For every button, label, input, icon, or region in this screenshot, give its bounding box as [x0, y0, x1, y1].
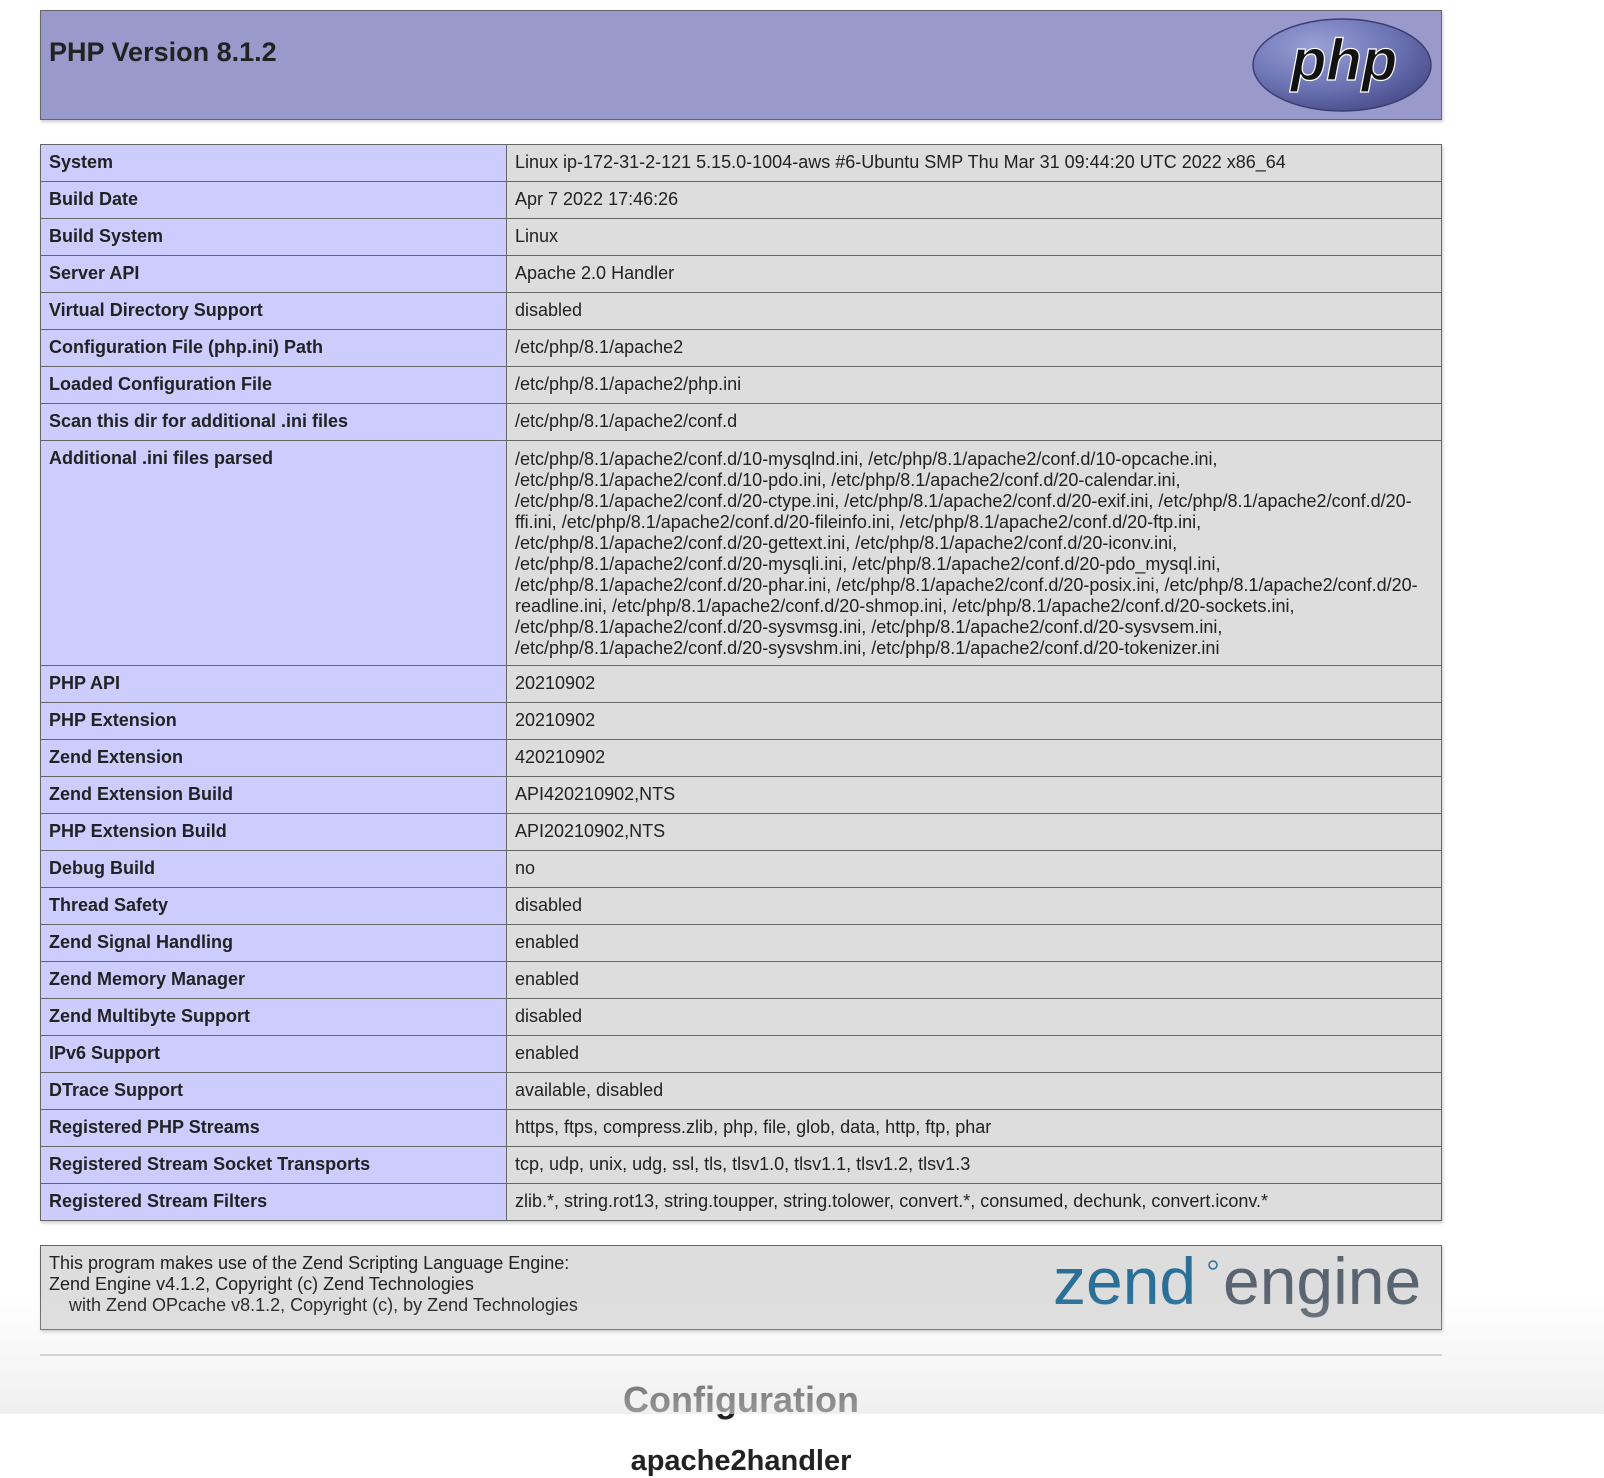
- php-info-table: System Linux ip-172-31-2-121 5.15.0-1004-…: [40, 144, 1442, 1221]
- zend-engine-text: This program makes use of the Zend Scrip…: [49, 1253, 578, 1316]
- section-divider: [40, 1354, 1442, 1356]
- table-row: Registered Stream Filters zlib.*, string.…: [40, 1183, 1442, 1221]
- row-value: https, ftps, compress.zlib, php, file, g…: [506, 1109, 1442, 1147]
- row-key: Build Date: [40, 181, 507, 219]
- row-value: Apache 2.0 Handler: [506, 255, 1442, 293]
- row-key: Zend Signal Handling: [40, 924, 507, 962]
- row-key: Build System: [40, 218, 507, 256]
- table-row: Zend Multibyte Support disabled: [40, 998, 1442, 1036]
- table-row: Debug Build no: [40, 850, 1442, 888]
- row-value: enabled: [506, 961, 1442, 999]
- table-row: Virtual Directory Support disabled: [40, 292, 1442, 330]
- row-key: Registered Stream Filters: [40, 1183, 507, 1221]
- php-logo-icon[interactable]: php: [1251, 17, 1433, 113]
- row-value: disabled: [506, 292, 1442, 330]
- phpinfo-page: PHP Version 8.1.2 php System Linux ip-172…: [40, 10, 1442, 1478]
- row-value: disabled: [506, 887, 1442, 925]
- table-row: Build Date Apr 7 2022 17:46:26: [40, 181, 1442, 219]
- row-key: Zend Memory Manager: [40, 961, 507, 999]
- zend-line-3: with Zend OPcache v8.1.2, Copyright (c),…: [69, 1295, 578, 1315]
- row-key: Registered Stream Socket Transports: [40, 1146, 507, 1184]
- table-row: System Linux ip-172-31-2-121 5.15.0-1004-…: [40, 144, 1442, 182]
- zend-line-2: Zend Engine v4.1.2, Copyright (c) Zend T…: [49, 1274, 474, 1294]
- row-value: enabled: [506, 1035, 1442, 1073]
- row-value: API420210902,NTS: [506, 776, 1442, 814]
- row-key: PHP API: [40, 665, 507, 703]
- table-row: Registered PHP Streams https, ftps, compr…: [40, 1109, 1442, 1147]
- zend-engine-box: This program makes use of the Zend Scrip…: [40, 1245, 1442, 1330]
- row-value: 420210902: [506, 739, 1442, 777]
- table-row: PHP API 20210902: [40, 665, 1442, 703]
- row-value: tcp, udp, unix, udg, ssl, tls, tlsv1.0, …: [506, 1146, 1442, 1184]
- row-value: API20210902,NTS: [506, 813, 1442, 851]
- table-row: Zend Extension 420210902: [40, 739, 1442, 777]
- table-row: Build System Linux: [40, 218, 1442, 256]
- table-row: Zend Signal Handling enabled: [40, 924, 1442, 962]
- row-value: Linux ip-172-31-2-121 5.15.0-1004-aws #6…: [506, 144, 1442, 182]
- row-key: Additional .ini files parsed: [40, 440, 507, 666]
- table-row: Scan this dir for additional .ini files /…: [40, 403, 1442, 441]
- row-key: Zend Extension: [40, 739, 507, 777]
- row-key: PHP Extension: [40, 702, 507, 740]
- row-value: /etc/php/8.1/apache2/conf.d: [506, 403, 1442, 441]
- row-value: enabled: [506, 924, 1442, 962]
- table-row: Zend Memory Manager enabled: [40, 961, 1442, 999]
- table-row: Thread Safety disabled: [40, 887, 1442, 925]
- engine-logo-word: engine: [1223, 1250, 1421, 1318]
- row-value: Linux: [506, 218, 1442, 256]
- php-version-header: PHP Version 8.1.2 php: [40, 10, 1442, 120]
- row-value: /etc/php/8.1/apache2: [506, 329, 1442, 367]
- table-row: IPv6 Support enabled: [40, 1035, 1442, 1073]
- row-key: Zend Multibyte Support: [40, 998, 507, 1036]
- row-value: Apr 7 2022 17:46:26: [506, 181, 1442, 219]
- row-key: Virtual Directory Support: [40, 292, 507, 330]
- php-logo-text: php: [1289, 28, 1397, 93]
- row-value: zlib.*, string.rot13, string.toupper, st…: [506, 1183, 1442, 1221]
- row-key: Server API: [40, 255, 507, 293]
- zend-logo-word: zend: [1053, 1250, 1196, 1318]
- row-key: IPv6 Support: [40, 1035, 507, 1073]
- row-value: /etc/php/8.1/apache2/conf.d/10-mysqlnd.i…: [506, 440, 1442, 666]
- table-row: Configuration File (php.ini) Path/etc/ph…: [40, 329, 1442, 367]
- table-row: PHP Extension Build API20210902,NTS: [40, 813, 1442, 851]
- zend-line-1: This program makes use of the Zend Scrip…: [49, 1253, 570, 1273]
- row-value: disabled: [506, 998, 1442, 1036]
- row-key: PHP Extension Build: [40, 813, 507, 851]
- row-value: 20210902: [506, 665, 1442, 703]
- table-row: Zend Extension Build API420210902,NTS: [40, 776, 1442, 814]
- table-row: DTrace Support available, disabled: [40, 1072, 1442, 1110]
- zend-engine-logo-icon[interactable]: zend engine: [1053, 1250, 1433, 1326]
- module-heading-apache2handler: apache2handler: [630, 1445, 852, 1477]
- row-value: available, disabled: [506, 1072, 1442, 1110]
- table-row: PHP Extension 20210902: [40, 702, 1442, 740]
- row-key: Registered PHP Streams: [40, 1109, 507, 1147]
- row-key: Configuration File (php.ini) Path: [40, 329, 507, 367]
- row-key: Scan this dir for additional .ini files: [40, 403, 507, 441]
- row-key: Thread Safety: [40, 887, 507, 925]
- page-title: PHP Version 8.1.2: [49, 37, 277, 67]
- row-key: Debug Build: [40, 850, 507, 888]
- row-value: 20210902: [506, 702, 1442, 740]
- row-key: Loaded Configuration File: [40, 366, 507, 404]
- row-key: Zend Extension Build: [40, 776, 507, 814]
- table-row: Additional .ini files parsed/etc/php/8.1…: [40, 440, 1442, 666]
- row-value: /etc/php/8.1/apache2/php.ini: [506, 366, 1442, 404]
- row-value: no: [506, 850, 1442, 888]
- table-row: Server API Apache 2.0 Handler: [40, 255, 1442, 293]
- table-row: Loaded Configuration File/etc/php/8.1/ap…: [40, 366, 1442, 404]
- row-key: System: [40, 144, 507, 182]
- table-row: Registered Stream Socket Transports tcp, …: [40, 1146, 1442, 1184]
- row-key: DTrace Support: [40, 1072, 507, 1110]
- configuration-heading: Configuration: [623, 1379, 859, 1420]
